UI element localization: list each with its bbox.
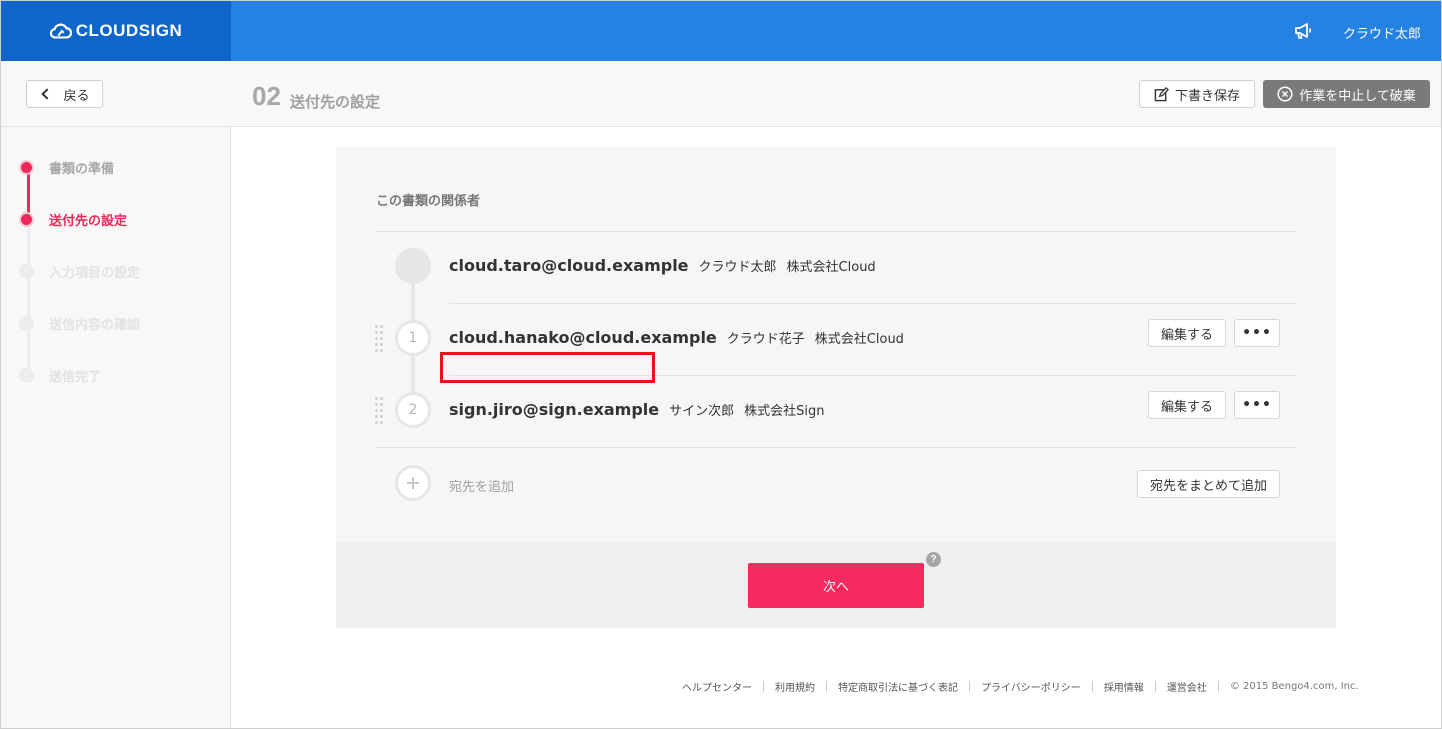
user-menu[interactable]: クラウド太郎 [1343, 23, 1421, 42]
edit-recipient-button[interactable]: 編集する [1148, 391, 1226, 419]
footer-link-help[interactable]: ヘルプセンター [682, 679, 752, 694]
save-draft-label: 下書き保存 [1174, 88, 1240, 104]
recipient-row: sign.jiro@sign.example サイン次郎 株式会社Sign [449, 400, 825, 419]
recipient-company: 株式会社Sign [744, 404, 825, 419]
page-header: 戻る 02 送付先の設定 下書き保存 作業を中止して破棄 [1, 61, 1441, 127]
logo-text: CLOUDSIGN [75, 21, 183, 40]
step-label: 書類の準備 [49, 161, 115, 177]
sidebar-step-recipients: 送付先の設定 [19, 209, 127, 229]
step-dot [19, 159, 34, 175]
recipient-order-badge: 2 [395, 392, 431, 428]
save-draft-button[interactable]: 下書き保存 [1139, 80, 1255, 108]
footer-link-commerce[interactable]: 特定商取引法に基づく表記 [838, 679, 958, 694]
footer-link-privacy[interactable]: プライバシーポリシー [981, 679, 1081, 694]
owner-avatar [395, 248, 431, 284]
step-dot [19, 263, 34, 279]
owner-name: クラウド太郎 [698, 260, 777, 275]
edit-recipient-button[interactable]: 編集する [1148, 319, 1226, 347]
footer-separator [1217, 681, 1219, 692]
megaphone-icon[interactable] [1293, 21, 1313, 41]
edit-icon [1154, 86, 1169, 101]
copyright: © 2015 Bengo4.com, Inc. [1229, 681, 1359, 692]
footer-link-terms[interactable]: 利用規約 [775, 679, 815, 694]
chevron-left-icon [41, 88, 54, 100]
sidebar-step-fields: 入力項目の設定 [19, 261, 140, 281]
recipient-email: cloud.hanako@cloud.example [449, 328, 717, 347]
action-bar: 次へ ? [336, 543, 1336, 628]
divider [376, 231, 1296, 232]
step-label: 送信完了 [49, 369, 102, 385]
next-button[interactable]: 次へ [748, 563, 924, 608]
step-label: 送信内容の確認 [49, 317, 141, 333]
help-icon[interactable]: ? [926, 552, 941, 567]
recipient-order-badge: 1 [395, 320, 431, 356]
step-dot [19, 315, 34, 331]
divider [449, 303, 1296, 304]
sidebar-step-confirm: 送信内容の確認 [19, 313, 140, 333]
recipient-name: クラウド花子 [726, 332, 805, 347]
abort-button[interactable]: 作業を中止して破棄 [1263, 80, 1430, 108]
more-options-button[interactable]: ••• [1234, 319, 1280, 347]
more-options-button[interactable]: ••• [1234, 391, 1280, 419]
top-nav: CLOUDSIGN クラウド太郎 [1, 1, 1441, 61]
close-circle-icon [1277, 86, 1293, 102]
abort-label: 作業を中止して破棄 [1299, 88, 1416, 104]
back-button[interactable]: 戻る [26, 80, 103, 108]
owner-company: 株式会社Cloud [786, 260, 876, 275]
progress-sidebar: 書類の準備 送付先の設定 入力項目の設定 送信内容の確認 送信完了 [1, 127, 231, 728]
recipient-name: サイン次郎 [669, 404, 735, 419]
site-footer: ヘルプセンター 利用規約 特定商取引法に基づく表記 プライバシーポリシー 採用情… [682, 679, 1359, 694]
add-recipient-label[interactable]: 宛先を追加 [449, 476, 514, 495]
step-label: 入力項目の設定 [49, 265, 141, 281]
drag-handle-icon[interactable] [375, 397, 385, 424]
step-label: 送付先の設定 [49, 213, 128, 229]
footer-link-careers[interactable]: 採用情報 [1104, 679, 1144, 694]
add-recipient-button[interactable] [395, 465, 431, 501]
sidebar-step-complete: 送信完了 [19, 365, 101, 385]
owner-email: cloud.taro@cloud.example [449, 256, 689, 275]
divider [376, 447, 1296, 448]
cloud-logo-icon [49, 23, 72, 39]
sidebar-step-prepare: 書類の準備 [19, 157, 114, 177]
recipient-row: cloud.hanako@cloud.example クラウド花子 株式会社Cl… [449, 328, 904, 347]
drag-handle-icon[interactable] [375, 325, 385, 352]
plus-icon [407, 477, 419, 489]
step-dot [19, 211, 34, 227]
logo[interactable]: CLOUDSIGN [1, 1, 231, 61]
footer-separator [763, 681, 764, 692]
footer-separator [1154, 681, 1156, 692]
step-number: 02 [252, 81, 281, 111]
back-button-label: 戻る [63, 88, 90, 104]
owner-row: cloud.taro@cloud.example クラウド太郎 株式会社Clou… [449, 256, 876, 275]
footer-separator [1091, 681, 1093, 692]
recipient-company: 株式会社Cloud [814, 332, 904, 347]
recipient-email: sign.jiro@sign.example [449, 400, 660, 419]
recipients-card: この書類の関係者 cloud.taro@cloud.example クラウド太郎… [336, 147, 1336, 543]
bulk-add-button[interactable]: 宛先をまとめて追加 [1137, 470, 1280, 498]
footer-separator [969, 681, 970, 692]
card-title: この書類の関係者 [376, 194, 481, 209]
highlight-box [440, 352, 655, 383]
footer-separator [826, 681, 827, 692]
progress-line-todo [27, 219, 30, 375]
page-title: 送付先の設定 [290, 93, 381, 111]
footer-link-company[interactable]: 運営会社 [1167, 679, 1207, 694]
step-dot [19, 367, 34, 383]
